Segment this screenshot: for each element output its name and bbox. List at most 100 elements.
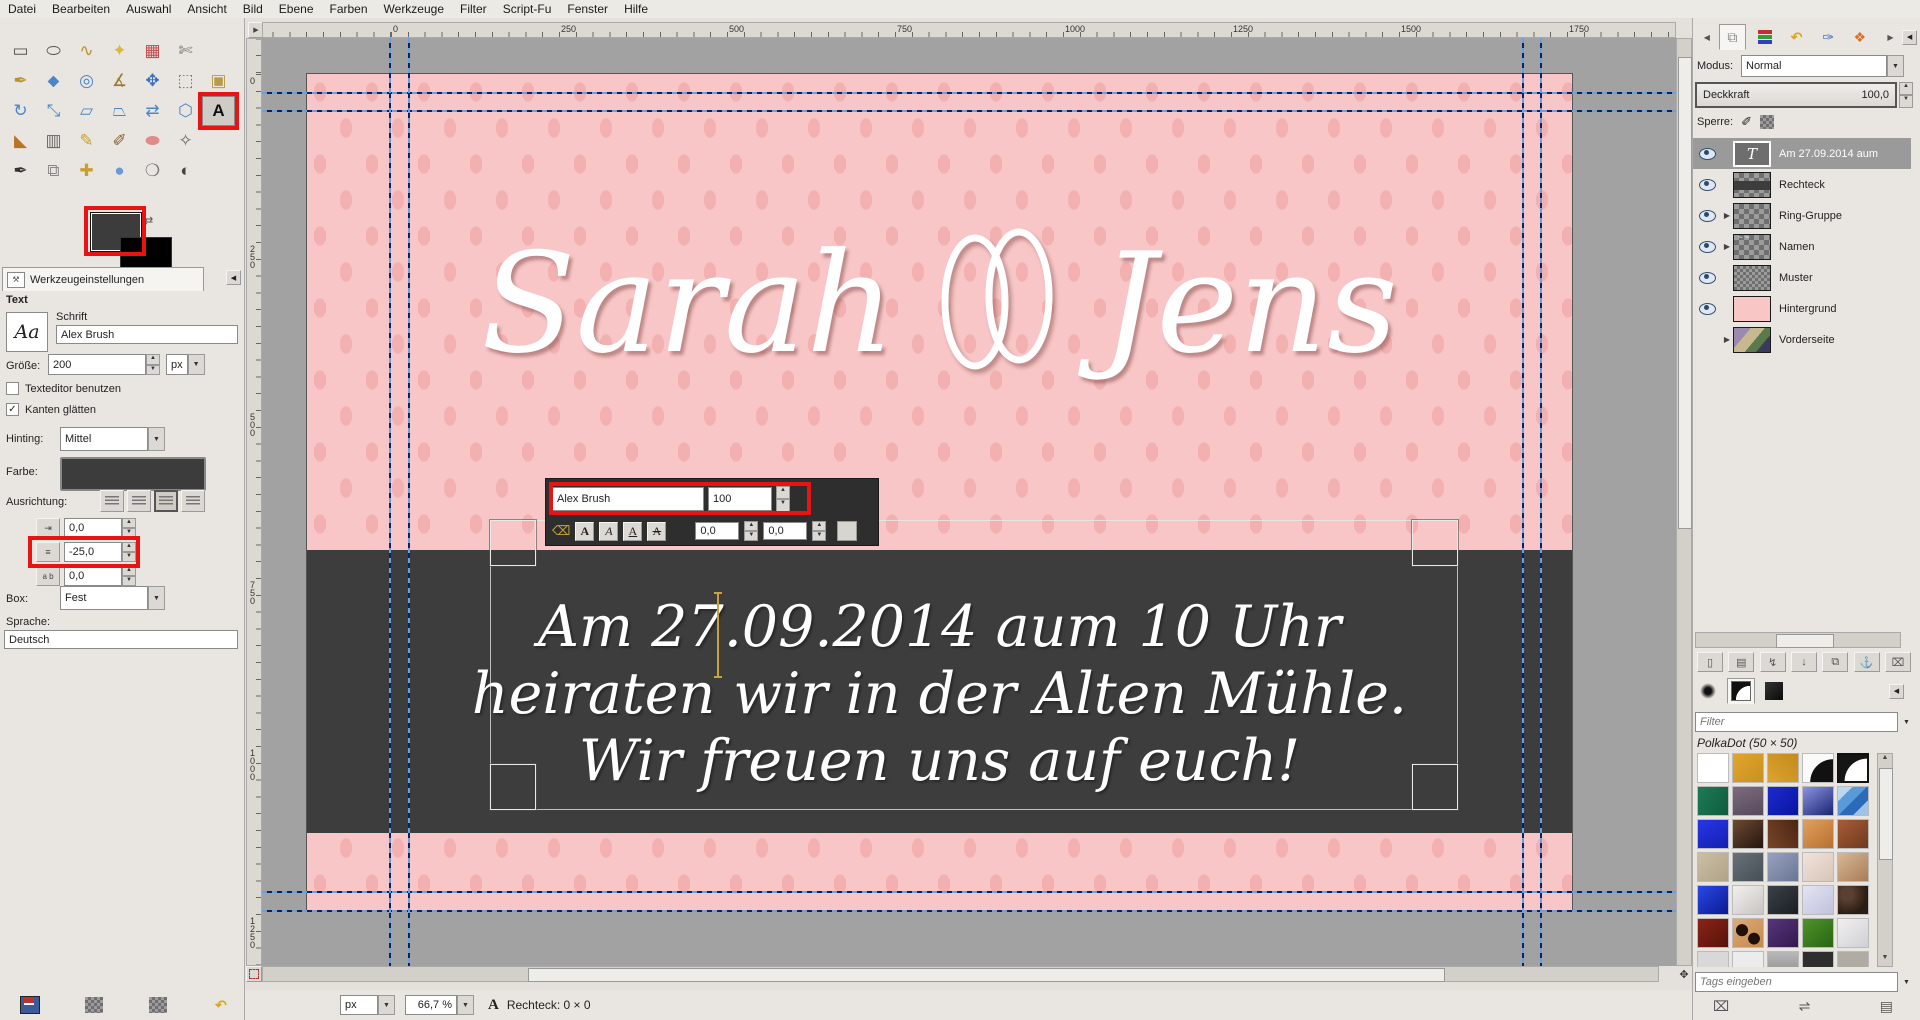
pattern-scroll-up-icon[interactable]: ▲ xyxy=(1878,754,1892,766)
lock-alpha-icon[interactable] xyxy=(1760,115,1774,129)
indent-spinner[interactable]: ▲▼ xyxy=(122,518,136,538)
tab-brushes[interactable] xyxy=(1695,679,1721,703)
toolbar-size-spinner[interactable]: ▲▼ xyxy=(776,486,790,512)
layer-visibility-icon[interactable] xyxy=(1693,303,1721,315)
size-unit-dropdown[interactable]: ▼ xyxy=(188,354,205,375)
tags-input[interactable] xyxy=(1695,972,1898,992)
pattern-swatch[interactable] xyxy=(1697,852,1729,882)
guide-vertical[interactable] xyxy=(389,38,391,966)
strikethrough-button[interactable]: A xyxy=(647,522,666,541)
text-layer-box[interactable] xyxy=(490,520,1458,810)
tab-patterns[interactable] xyxy=(1727,678,1755,704)
pattern-swatch[interactable] xyxy=(1767,852,1799,882)
pattern-swatch[interactable] xyxy=(1732,951,1764,967)
pattern-scrollbar[interactable]: ▲ ▼ xyxy=(1877,753,1893,967)
pattern-swatch[interactable] xyxy=(1802,852,1834,882)
collapse-panel-button[interactable]: ◀ xyxy=(226,270,241,285)
menu-item-filter[interactable]: Filter xyxy=(452,1,495,17)
size-spinner[interactable]: ▲▼ xyxy=(146,354,160,375)
text-color-swatch[interactable] xyxy=(60,457,206,491)
tab-undo-history[interactable]: ↶ xyxy=(1784,25,1810,49)
layer-visibility-icon[interactable] xyxy=(1693,272,1721,284)
pattern-swatch[interactable] xyxy=(1697,819,1729,849)
size-input[interactable] xyxy=(48,354,146,375)
toolbar-font-input[interactable] xyxy=(552,487,704,511)
new-group-button[interactable]: ▤ xyxy=(1728,652,1754,672)
cage-transform-tool[interactable]: ⬡ xyxy=(169,96,202,126)
vscroll-thumb[interactable] xyxy=(1678,57,1692,529)
scissors-select-tool[interactable]: ✄ xyxy=(169,36,202,66)
horizontal-ruler[interactable]: 02505007501000125015001750 xyxy=(262,22,1676,38)
layer-scroll-thumb[interactable] xyxy=(1776,634,1834,648)
pattern-swatch[interactable] xyxy=(1767,951,1799,967)
toolbar-color-swatch[interactable] xyxy=(837,521,857,541)
antialias-checkbox[interactable]: ✓ xyxy=(6,403,19,416)
align-left-button[interactable] xyxy=(100,490,124,512)
heal-tool[interactable]: ✚ xyxy=(70,156,103,186)
bucket-fill-tool[interactable]: ◣ xyxy=(4,126,37,156)
align-tool[interactable]: ⬚ xyxy=(169,66,202,96)
layer-expander-icon[interactable]: ▶ xyxy=(1721,242,1733,251)
perspective-tool[interactable]: ⏢ xyxy=(103,96,136,126)
opacity-slider[interactable]: Deckkraft 100,0 xyxy=(1695,82,1897,108)
dock-collapse-button[interactable]: ◀ xyxy=(1902,30,1917,45)
unit-dropdown[interactable]: ▼ xyxy=(378,995,395,1015)
flip-tool[interactable]: ⇄ xyxy=(136,96,169,126)
canvas-viewport[interactable]: Sarah Jens Am 27.09.2014 aum 10 Uhrheira… xyxy=(262,38,1676,966)
clear-formatting-icon[interactable]: ⌫ xyxy=(552,523,570,539)
raise-layer-button[interactable]: ↯ xyxy=(1760,652,1786,672)
align-right-button[interactable] xyxy=(127,490,151,512)
guide-horizontal[interactable] xyxy=(262,891,1676,893)
hinting-dropdown[interactable]: ▼ xyxy=(148,427,165,451)
filter-dropdown[interactable]: ▼ xyxy=(1898,712,1915,732)
swap-colors-icon[interactable]: ⇄ xyxy=(144,214,153,227)
layer-visibility-icon[interactable] xyxy=(1693,148,1721,160)
pattern-swatch[interactable] xyxy=(1802,819,1834,849)
pattern-thumb-icon[interactable] xyxy=(149,997,167,1013)
textbox-handle[interactable] xyxy=(490,520,536,566)
fuzzy-select-tool[interactable]: ✦ xyxy=(103,36,136,66)
pattern-swatch[interactable] xyxy=(1767,885,1799,915)
delete-layer-button[interactable]: ⌧ xyxy=(1885,652,1911,672)
pattern-swatch[interactable] xyxy=(1767,819,1799,849)
layer-row-muster[interactable]: Muster xyxy=(1693,262,1911,293)
layer-expander-icon[interactable]: ▶ xyxy=(1721,211,1733,220)
smudge-tool[interactable]: ❍ xyxy=(136,156,169,186)
layer-visibility-icon[interactable] xyxy=(1693,210,1721,222)
mode-dropdown[interactable]: ▼ xyxy=(1887,55,1904,77)
pattern-swatch[interactable] xyxy=(1697,885,1729,915)
pattern-swatch[interactable] xyxy=(1732,819,1764,849)
guide-horizontal[interactable] xyxy=(262,110,1676,112)
dock-scroll-left-icon[interactable]: ◀ xyxy=(1695,27,1719,47)
menu-item-ebene[interactable]: Ebene xyxy=(271,1,322,17)
pencil-tool[interactable]: ✎ xyxy=(70,126,103,156)
pattern-swatch[interactable] xyxy=(1732,852,1764,882)
blur-tool[interactable]: ● xyxy=(103,156,136,186)
menu-item-farben[interactable]: Farben xyxy=(322,1,376,17)
tags-dropdown[interactable]: ▼ xyxy=(1898,972,1915,992)
dodge-burn-tool[interactable]: ◐ xyxy=(169,156,202,186)
underline-button[interactable]: A xyxy=(623,522,642,541)
pattern-swatch[interactable] xyxy=(1837,918,1869,948)
vertical-ruler[interactable]: 02 5 05 0 07 5 01 0 0 01 2 5 0 xyxy=(246,38,262,966)
texteditor-checkbox[interactable] xyxy=(6,382,19,395)
bold-button[interactable]: A xyxy=(575,522,594,541)
layer-list-scrollbar[interactable] xyxy=(1695,632,1901,648)
dock2-collapse-button[interactable]: ◀ xyxy=(1889,684,1904,699)
guide-horizontal[interactable] xyxy=(262,910,1676,912)
menu-item-hilfe[interactable]: Hilfe xyxy=(616,1,656,17)
measure-tool[interactable]: ∡ xyxy=(103,66,136,96)
textbox-handle[interactable] xyxy=(1412,764,1458,810)
tab-layers[interactable]: ⧉ xyxy=(1719,24,1747,50)
line-spacing-value[interactable]: -25,0 xyxy=(64,542,122,562)
tab-channels[interactable] xyxy=(1752,25,1778,49)
language-input[interactable] xyxy=(4,630,238,649)
rotate-tool[interactable]: ↻ xyxy=(4,96,37,126)
pattern-swatch[interactable] xyxy=(1802,918,1834,948)
layer-row-hintergrund[interactable]: Hintergrund xyxy=(1693,293,1911,324)
baseline-value[interactable]: 0,0 xyxy=(695,522,739,540)
delete-pattern-button[interactable]: ⌧ xyxy=(1713,998,1729,1015)
tab-tool[interactable]: ❖ xyxy=(1847,25,1873,49)
duplicate-layer-button[interactable]: ⧉ xyxy=(1822,652,1848,672)
pattern-swatch[interactable] xyxy=(1837,819,1869,849)
